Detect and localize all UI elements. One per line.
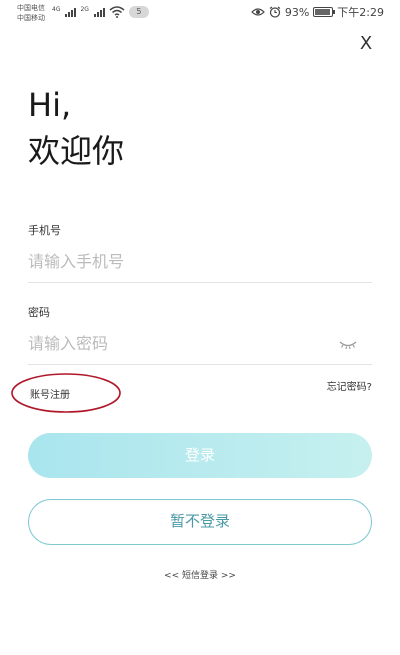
close-button[interactable]: X xyxy=(356,34,376,54)
eye-comfort-icon xyxy=(250,8,265,16)
greeting: Hi, 欢迎你 xyxy=(28,82,124,174)
signal-icon-2 xyxy=(93,7,105,17)
network-type-2: 2G xyxy=(80,6,89,13)
carrier-info: 中国电信 中国移动 xyxy=(17,3,45,23)
signal-icon xyxy=(65,7,77,17)
phone-label: 手机号 xyxy=(28,224,61,237)
network-indicators: 4G 2G 5 xyxy=(52,6,149,18)
clock: 下午2:29 xyxy=(337,6,384,19)
register-link[interactable]: 账号注册 xyxy=(30,386,70,401)
login-button[interactable]: 登录 xyxy=(28,433,372,478)
status-right: 93% 下午2:29 xyxy=(250,4,384,20)
battery-icon xyxy=(313,7,336,17)
forgot-password-link[interactable]: 忘记密码? xyxy=(327,378,372,393)
carrier-1: 中国电信 xyxy=(17,4,45,12)
notification-badge: 5 xyxy=(128,6,149,18)
carrier-2: 中国移动 xyxy=(17,14,45,22)
skip-login-button[interactable]: 暂不登录 xyxy=(28,499,372,545)
wifi-icon xyxy=(109,6,125,18)
password-input[interactable] xyxy=(28,327,328,359)
phone-input[interactable] xyxy=(28,245,328,277)
greeting-line-1: Hi, xyxy=(28,86,72,124)
battery-level xyxy=(315,9,331,15)
password-divider xyxy=(28,364,372,365)
eye-closed-icon[interactable] xyxy=(338,338,358,352)
phone-divider xyxy=(28,282,372,283)
sms-login-link[interactable]: << 短信登录 >> xyxy=(0,568,400,581)
alarm-icon xyxy=(269,6,281,18)
password-label: 密码 xyxy=(28,306,50,319)
network-type-1: 4G xyxy=(52,6,61,13)
status-bar: 中国电信 中国移动 4G 2G 5 93% 下午2:29 xyxy=(0,0,400,26)
greeting-line-2: 欢迎你 xyxy=(28,132,125,170)
battery-percent: 93% xyxy=(284,5,310,19)
